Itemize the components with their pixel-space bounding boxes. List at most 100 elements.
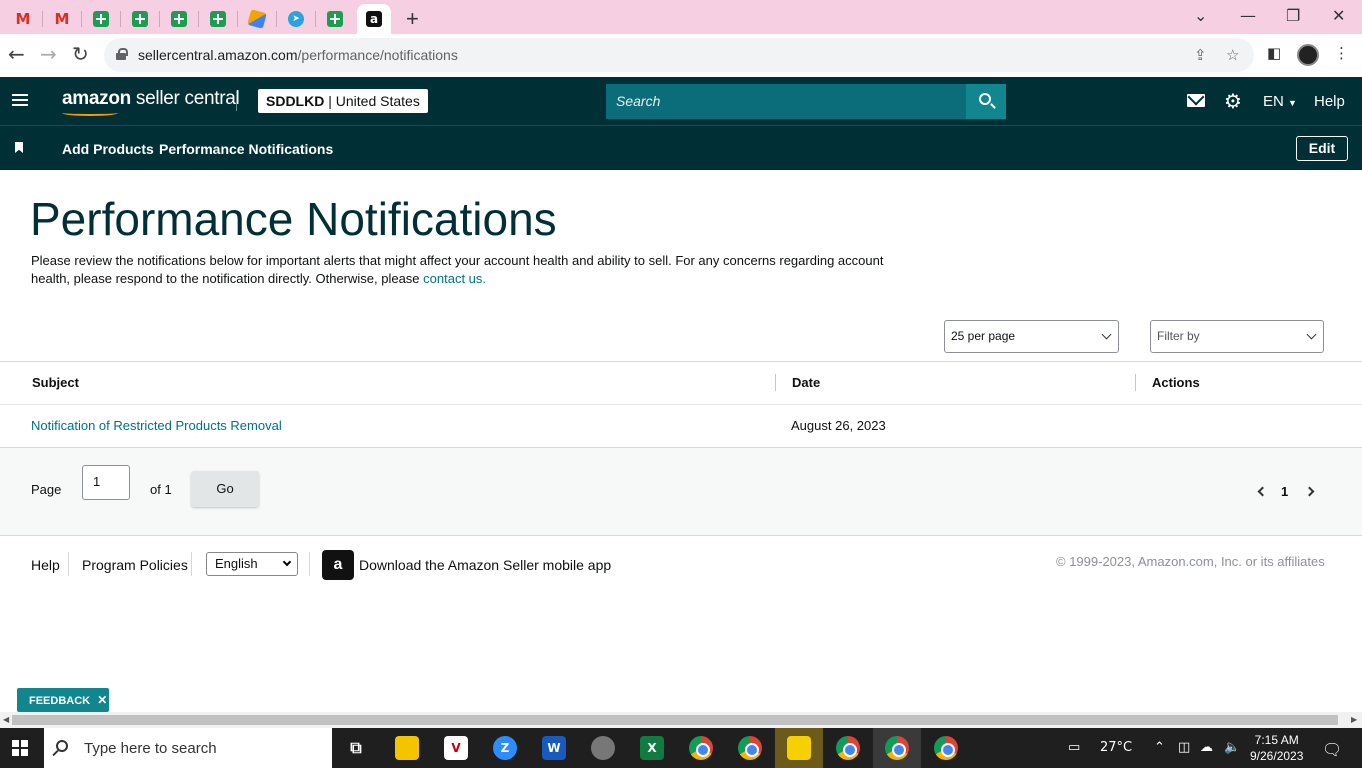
task-view-icon[interactable]: ⧉ [344, 736, 368, 760]
close-window-button[interactable]: ✕ [1332, 6, 1345, 25]
address-bar[interactable]: sellercentral.amazon.com/performance/not… [104, 38, 1254, 72]
restore-button[interactable]: ❐ [1286, 6, 1300, 25]
footer-language-select[interactable]: English [206, 552, 298, 576]
url-domain: sellercentral.amazon.com [138, 47, 298, 63]
reload-button[interactable]: ↻ [72, 42, 89, 66]
gear-icon[interactable]: ⚙ [1224, 89, 1242, 113]
current-page-number[interactable]: 1 [1281, 484, 1288, 499]
notifications-icon[interactable]: 🗨 [1322, 740, 1342, 759]
horizontal-scrollbar[interactable]: ◀ ▶ [0, 712, 1362, 728]
copyright-text: © 1999-2023, Amazon.com, Inc. or its aff… [1056, 554, 1325, 569]
tab-separator [198, 11, 199, 27]
subnav-add-products[interactable]: Add Products [62, 141, 154, 157]
share-icon[interactable]: ⇪ [1194, 46, 1207, 64]
tab-sheets-3[interactable] [162, 4, 196, 34]
notification-subject-link[interactable]: Notification of Restricted Products Remo… [31, 418, 282, 433]
file-explorer-icon[interactable] [395, 736, 419, 760]
windows-taskbar: Type here to search ⧉ V Z W X ▭ 27°C ⌃ ◫… [0, 728, 1362, 768]
side-panel-icon[interactable]: ◧ [1267, 44, 1281, 62]
sheets-icon [327, 11, 343, 27]
volume-icon[interactable]: 🔈 [1224, 740, 1240, 755]
word-icon[interactable]: W [542, 736, 566, 760]
page-description: Please review the notifications below fo… [31, 252, 911, 288]
tab-sheets-1[interactable] [84, 4, 118, 34]
profile-avatar[interactable] [1297, 44, 1319, 66]
chrome-icon[interactable] [934, 736, 958, 760]
hamburger-menu-icon[interactable] [12, 94, 28, 106]
mail-icon[interactable] [1187, 94, 1205, 107]
download-app-link[interactable]: Download the Amazon Seller mobile app [359, 557, 611, 573]
zoom-icon[interactable]: Z [493, 736, 517, 760]
windows-start-icon[interactable] [12, 740, 28, 756]
weather-icon[interactable]: ▭ [1068, 740, 1080, 755]
taskbar-clock[interactable]: 7:15 AM 9/26/2023 [1250, 732, 1303, 764]
footer-help-link[interactable]: Help [31, 557, 60, 573]
chevron-up-icon[interactable]: ⌃ [1154, 740, 1165, 755]
star-bookmark-icon[interactable]: ☆ [1226, 46, 1239, 64]
chevron-down-icon [1101, 329, 1112, 340]
excel-icon[interactable]: X [640, 736, 664, 760]
scrollbar-thumb[interactable] [12, 715, 1338, 725]
tab-sheets-4[interactable] [201, 4, 235, 34]
tab-sheets-5[interactable] [318, 4, 352, 34]
tab-pen-app[interactable] [240, 4, 274, 34]
tab-sheets-2[interactable] [123, 4, 157, 34]
tab-gmail-1[interactable]: M [6, 4, 40, 34]
contact-us-link[interactable]: contact us. [423, 271, 486, 286]
new-tab-button[interactable]: + [406, 6, 419, 32]
page-count-label: of 1 [150, 482, 172, 497]
header-help-link[interactable]: Help [1314, 93, 1345, 110]
notifications-table: Subject Date Actions Notification of Res… [0, 361, 1362, 448]
meet-now-icon[interactable]: ◫ [1178, 740, 1190, 755]
back-button[interactable]: ← [8, 42, 25, 66]
column-date[interactable]: Date [792, 375, 820, 390]
page-footer: Help Program Policies English a Download… [0, 537, 1362, 597]
amazon-seller-central-logo[interactable]: amazon seller central [62, 88, 240, 110]
tab-amazon-active[interactable]: a [357, 4, 391, 34]
sticky-notes-icon[interactable] [787, 736, 811, 760]
tab-telegram[interactable]: ➤ [279, 4, 313, 34]
filter-select[interactable]: Filter by [1150, 320, 1324, 353]
scroll-left-icon[interactable]: ◀ [3, 715, 9, 724]
browser-menu-icon[interactable]: ⋮ [1334, 44, 1349, 62]
edit-button[interactable]: Edit [1296, 136, 1348, 161]
network-icon[interactable]: ☁ [1200, 740, 1213, 755]
chevron-left-icon[interactable] [1257, 486, 1268, 497]
go-button[interactable]: Go [191, 471, 259, 507]
bookmark-icon[interactable] [15, 142, 23, 153]
url-text[interactable]: sellercentral.amazon.com/performance/not… [138, 47, 458, 63]
app-icon-v[interactable]: V [444, 736, 468, 760]
page-label: Page [31, 482, 62, 497]
chrome-icon[interactable] [836, 736, 860, 760]
taskbar-search-input[interactable]: Type here to search [44, 728, 332, 768]
search-button[interactable] [966, 84, 1006, 119]
tab-gmail-2[interactable]: M [45, 4, 79, 34]
tab-search-chevron-icon[interactable]: ⌄ [1194, 6, 1207, 25]
language-selector[interactable]: EN ▼ [1263, 93, 1297, 110]
per-page-select[interactable]: 25 per page [944, 320, 1119, 353]
column-divider[interactable] [775, 374, 776, 391]
chrome-icon[interactable] [885, 736, 909, 760]
temperature-text[interactable]: 27°C [1100, 740, 1132, 755]
amazon-app-icon[interactable]: a [322, 550, 354, 580]
page-number-input[interactable]: 1 [82, 465, 130, 500]
close-icon[interactable]: ✕ [97, 693, 107, 707]
forward-button[interactable]: → [40, 42, 57, 66]
per-page-value: 25 per page [951, 329, 1016, 343]
chrome-icon[interactable] [689, 736, 713, 760]
account-switcher[interactable]: SDDLKD | United States [258, 89, 428, 113]
chrome-icon[interactable] [738, 736, 762, 760]
sheets-icon [171, 11, 187, 27]
program-policies-link[interactable]: Program Policies [82, 557, 188, 573]
taskbar-search-placeholder: Type here to search [84, 740, 217, 757]
chevron-right-icon[interactable] [1304, 486, 1315, 497]
minimize-button[interactable]: — [1240, 6, 1256, 25]
feedback-button[interactable]: FEEDBACK ✕ [17, 688, 109, 712]
column-divider[interactable] [1135, 374, 1136, 391]
search-input[interactable]: Search [606, 84, 966, 119]
subnav-performance-notifications[interactable]: Performance Notifications [159, 141, 333, 157]
scroll-right-icon[interactable]: ▶ [1351, 715, 1357, 724]
column-subject[interactable]: Subject [32, 375, 79, 390]
snipping-tool-icon[interactable] [591, 736, 615, 760]
chevron-down-icon [282, 557, 292, 567]
